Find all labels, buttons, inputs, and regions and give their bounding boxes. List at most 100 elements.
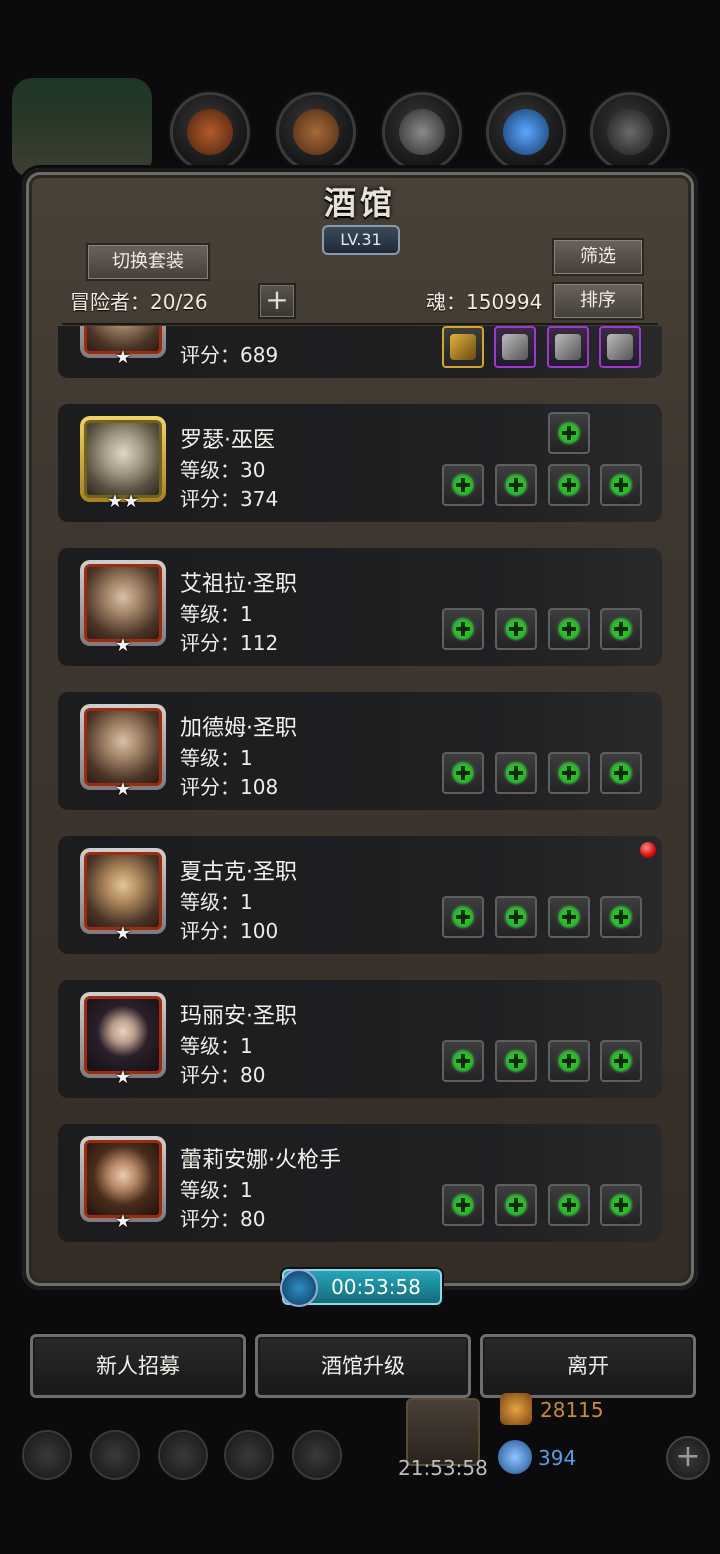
equip-slot-accessory[interactable] (600, 464, 642, 506)
equip-slot-gloves[interactable] (548, 608, 590, 650)
adventurer-score: 评分：374 (180, 487, 279, 511)
mail-icon[interactable] (224, 1430, 274, 1480)
adventurer-score: 评分：112 (180, 631, 279, 655)
equip-slot-weapon[interactable] (442, 608, 484, 650)
add-icon (559, 763, 579, 783)
add-icon (611, 907, 631, 927)
add-icon (506, 1195, 526, 1215)
gem-icon (498, 1440, 532, 1474)
equip-slot-iron[interactable] (590, 92, 670, 172)
compass-icon[interactable] (90, 1430, 140, 1480)
switch-set-button[interactable]: 切换套装 (86, 243, 210, 281)
equip-slot-armor[interactable] (494, 326, 536, 368)
iron-icon (607, 109, 653, 155)
header-divider (62, 323, 658, 325)
hammer-icon[interactable] (292, 1430, 342, 1480)
star-rating: ★ (114, 779, 132, 800)
avatar: ★ (80, 992, 166, 1088)
equip-slot-wood[interactable] (276, 92, 356, 172)
equip-slot-crystal[interactable] (486, 92, 566, 172)
list-item[interactable]: ★ 玛丽安·圣职 等级：1 评分：80 (58, 980, 662, 1098)
equip-slot-gloves[interactable] (548, 1184, 590, 1226)
wood-icon (293, 109, 339, 155)
upgrade-tavern-button[interactable]: 酒馆升级 (255, 1334, 471, 1398)
adventurer-count: 冒险者：20/26 (70, 290, 208, 314)
equip-slot-gloves[interactable] (548, 752, 590, 794)
add-icon (453, 1051, 473, 1071)
equip-slot-armor[interactable] (495, 1184, 537, 1226)
gem-amount: 394 (538, 1446, 577, 1470)
equip-slot-extra[interactable] (548, 412, 590, 454)
add-icon (453, 475, 473, 495)
filter-button[interactable]: 筛选 (552, 238, 644, 276)
star-rating: ★ (114, 923, 132, 944)
list-item[interactable]: ★ 评分：689 (58, 326, 662, 378)
avatar: ★ (80, 848, 166, 944)
equip-slot-gloves[interactable] (548, 896, 590, 938)
equip-slot-armor[interactable] (495, 896, 537, 938)
equip-slot-accessory[interactable] (600, 1184, 642, 1226)
equip-slot-armor[interactable] (495, 1040, 537, 1082)
equip-slot-armor[interactable] (495, 752, 537, 794)
list-item[interactable]: ★★ 罗瑟·巫医 等级：30 评分：374 (58, 404, 662, 522)
avatar: ★ (80, 326, 166, 368)
equip-slot-weapon[interactable] (442, 896, 484, 938)
equip-slot-accessory[interactable] (599, 326, 641, 368)
crystal-icon (503, 109, 549, 155)
gold-amount: 28115 (540, 1398, 604, 1422)
equip-slot-armor[interactable] (495, 464, 537, 506)
refresh-timer: 00:53:58 (280, 1269, 442, 1307)
adventurer-name: 罗瑟·巫医 (180, 428, 275, 453)
equip-slot-weapon[interactable] (442, 1184, 484, 1226)
add-icon (453, 619, 473, 639)
ingot-icon (399, 109, 445, 155)
add-icon (559, 423, 579, 443)
add-capacity-button[interactable]: + (258, 283, 296, 319)
equip-slot-gloves[interactable] (547, 326, 589, 368)
leave-button[interactable]: 离开 (480, 1334, 696, 1398)
equip-slot-accessory[interactable] (600, 608, 642, 650)
equip-slot-weapon[interactable] (442, 326, 484, 368)
top-equipment-bar (0, 70, 720, 172)
list-item[interactable]: ★ 夏古克·圣职 等级：1 评分：100 (58, 836, 662, 954)
add-icon (506, 475, 526, 495)
adventurer-list[interactable]: ★ 评分：689 ★★ 罗瑟·巫医 等级：30 评分：374 ★ 艾祖拉·圣职 … (58, 326, 662, 1258)
adventurer-score: 评分：108 (180, 775, 279, 799)
avatar: ★ (80, 1136, 166, 1232)
add-icon (611, 619, 631, 639)
notification-dot (640, 842, 656, 858)
list-item[interactable]: ★ 蕾莉安娜·火枪手 等级：1 评分：80 (58, 1124, 662, 1242)
equip-slot-weapon[interactable] (442, 752, 484, 794)
equip-slot-accessory[interactable] (600, 752, 642, 794)
menu-icon[interactable] (158, 1430, 208, 1480)
add-icon (506, 907, 526, 927)
add-icon (506, 1051, 526, 1071)
spear-icon (450, 334, 476, 360)
settings-icon[interactable] (22, 1430, 72, 1480)
adventurer-level: 等级：1 (180, 746, 253, 770)
equip-slot-gloves[interactable] (548, 1040, 590, 1082)
equip-slot-accessory[interactable] (600, 1040, 642, 1082)
list-item[interactable]: ★ 艾祖拉·圣职 等级：1 评分：112 (58, 548, 662, 666)
add-icon (453, 763, 473, 783)
add-icon (559, 1195, 579, 1215)
equip-slot-accessory[interactable] (600, 896, 642, 938)
equip-slot-gloves[interactable] (548, 464, 590, 506)
adventurer-level: 等级：1 (180, 1178, 253, 1202)
equip-slot-ingot[interactable] (382, 92, 462, 172)
gauntlet-icon (607, 334, 633, 360)
add-icon (506, 763, 526, 783)
add-currency-button[interactable]: + (666, 1436, 710, 1480)
equip-slot-armor[interactable] (495, 608, 537, 650)
equip-slot-helmet[interactable] (170, 92, 250, 172)
add-icon (611, 763, 631, 783)
add-icon (559, 475, 579, 495)
equip-slot-weapon[interactable] (442, 1040, 484, 1082)
adventurer-level: 等级：1 (180, 1034, 253, 1058)
recruit-button[interactable]: 新人招募 (30, 1334, 246, 1398)
list-item[interactable]: ★ 加德姆·圣职 等级：1 评分：108 (58, 692, 662, 810)
equip-slot-weapon[interactable] (442, 464, 484, 506)
add-icon (611, 1051, 631, 1071)
sort-button[interactable]: 排序 (552, 282, 644, 320)
add-icon (453, 907, 473, 927)
